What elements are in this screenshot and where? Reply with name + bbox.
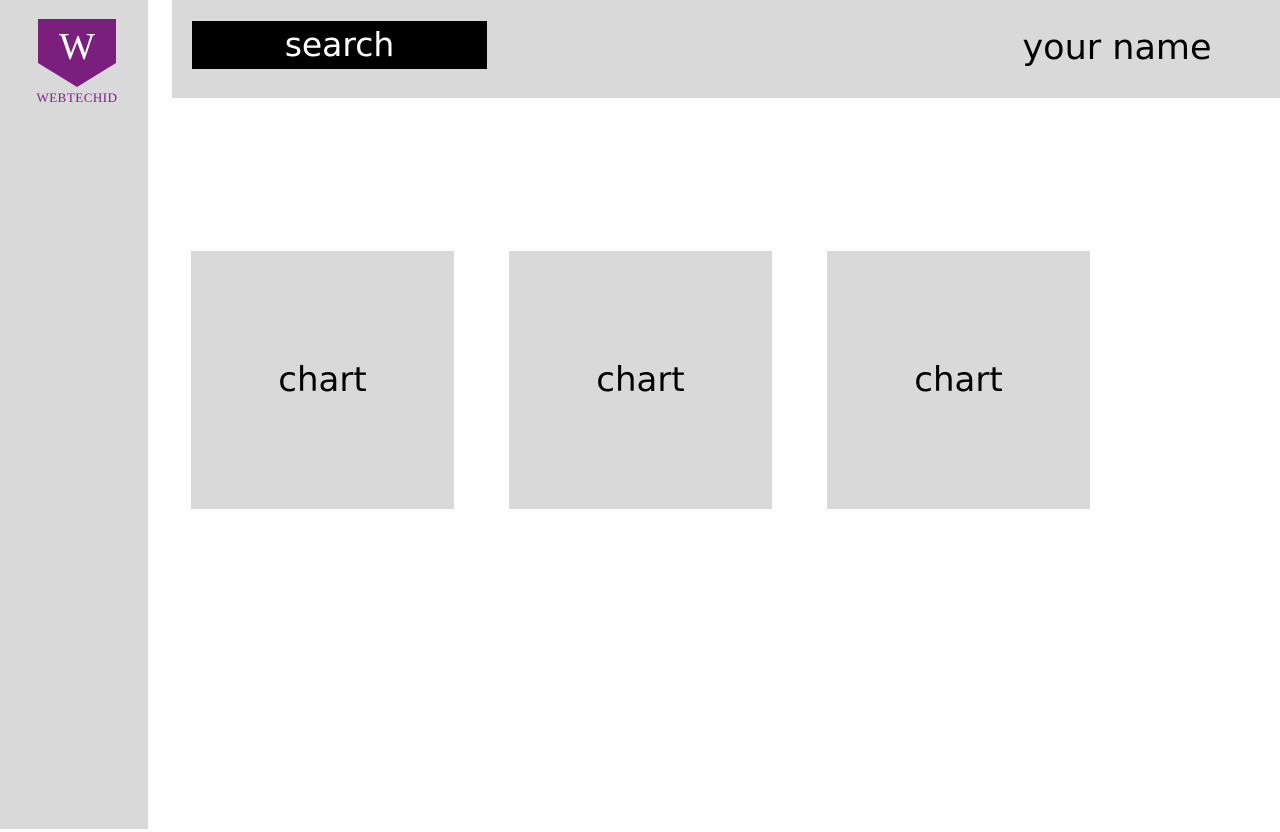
brand-name: WEBTECHID bbox=[36, 90, 118, 105]
chart-label: chart bbox=[914, 360, 1003, 400]
user-name[interactable]: your name bbox=[1002, 24, 1232, 72]
chart-placeholder[interactable]: chart bbox=[509, 251, 772, 509]
brand-logo[interactable]: W WEBTECHID bbox=[35, 19, 119, 106]
chart-placeholder[interactable]: chart bbox=[191, 251, 454, 509]
search-input[interactable]: search bbox=[192, 21, 487, 69]
shield-logo-icon: W bbox=[38, 19, 116, 87]
chart-label: chart bbox=[596, 360, 685, 400]
chart-placeholder[interactable]: chart bbox=[827, 251, 1090, 509]
sidebar: W WEBTECHID bbox=[0, 0, 148, 829]
top-header: search your name bbox=[172, 0, 1280, 98]
logo-monogram: W bbox=[59, 26, 95, 68]
chart-label: chart bbox=[278, 360, 367, 400]
